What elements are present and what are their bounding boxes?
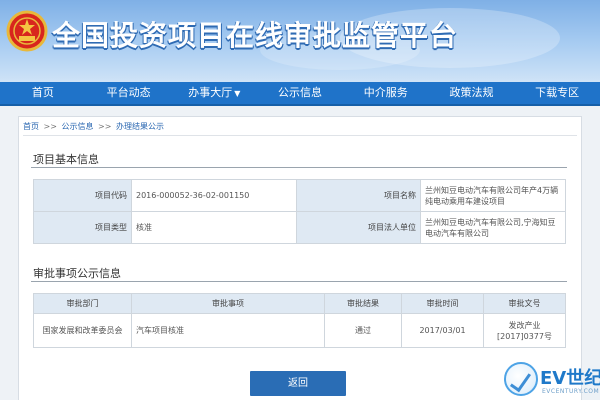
ev-century-logo: EV世纪 EVCENTURY.COM — [504, 360, 600, 400]
nav-item-label: 办事大厅 — [188, 86, 233, 99]
label-project-name: 项目名称 — [296, 179, 421, 212]
column-header: 审批事项 — [131, 293, 325, 314]
basic-info-table: 项目代码 2016-000052-36-02-001150 项目名称 兰州知豆电… — [33, 179, 566, 244]
nav-item-label: 公示信息 — [278, 86, 323, 99]
nav-item-public-info[interactable]: 公示信息 — [257, 82, 343, 104]
nav-item-home[interactable]: 首页 — [0, 82, 86, 104]
table-header-row: 审批部门 审批事项 审批结果 审批时间 审批文号 — [33, 293, 566, 314]
section-title-basic-info: 项目基本信息 — [33, 153, 99, 166]
value-project-type: 核准 — [131, 211, 297, 244]
cell-result: 通过 — [324, 313, 402, 348]
section-divider — [31, 281, 567, 282]
cell-item: 汽车项目核准 — [131, 313, 325, 348]
breadcrumb-link-public-info[interactable]: 公示信息 — [62, 122, 94, 131]
watermark-sub: EVCENTURY.COM — [542, 388, 600, 395]
nav-item-policy[interactable]: 政策法规 — [429, 82, 515, 104]
cell-doc-number: 发改产业[2017]0377号 — [483, 313, 566, 348]
breadcrumb-current[interactable]: 办理结果公示 — [116, 122, 164, 131]
column-header: 审批时间 — [401, 293, 484, 314]
label-project-type: 项目类型 — [33, 211, 132, 244]
breadcrumb-separator: >> — [43, 122, 57, 131]
nav-item-download[interactable]: 下载专区 — [514, 82, 600, 104]
column-header: 审批部门 — [33, 293, 132, 314]
value-project-code: 2016-000052-36-02-001150 — [131, 179, 297, 212]
nav-item-label: 平台动态 — [106, 86, 151, 99]
ev-logo-icon — [504, 362, 538, 396]
nav-item-label: 下载专区 — [535, 86, 580, 99]
nav-item-agency-service[interactable]: 中介服务 — [343, 82, 429, 104]
table-row: 国家发展和改革委员会 汽车项目核准 通过 2017/03/01 发改产业[201… — [33, 313, 566, 348]
section-title-approval-info: 审批事项公示信息 — [33, 267, 121, 280]
return-button[interactable]: 返回 — [250, 371, 346, 396]
value-project-name: 兰州知豆电动汽车有限公司年产4万辆纯电动乘用车建设项目 — [420, 179, 566, 212]
national-emblem-icon — [6, 10, 48, 52]
caret-down-icon: ▼ — [234, 89, 241, 98]
site-banner: 全国投资项目在线审批监管平台 — [0, 0, 600, 82]
main-nav: 首页 平台动态 办事大厅 ▼ 公示信息 中介服务 政策法规 下载专区 — [0, 82, 600, 106]
content-panel: 首页 >> 公示信息 >> 办理结果公示 项目基本信息 项目代码 2016-00… — [18, 116, 582, 400]
nav-item-label: 政策法规 — [449, 86, 494, 99]
nav-item-service-hall[interactable]: 办事大厅 ▼ — [171, 82, 257, 104]
nav-item-label: 中介服务 — [363, 86, 408, 99]
nav-item-label: 首页 — [31, 86, 54, 99]
table-row: 项目代码 2016-000052-36-02-001150 项目名称 兰州知豆电… — [33, 179, 566, 212]
cell-dept: 国家发展和改革委员会 — [33, 313, 132, 348]
label-project-code: 项目代码 — [33, 179, 132, 212]
divider — [23, 135, 577, 136]
cell-date: 2017/03/01 — [401, 313, 484, 348]
watermark-brand: EV世纪 — [540, 368, 600, 389]
section-divider — [31, 167, 567, 168]
column-header: 审批结果 — [324, 293, 402, 314]
label-legal-entity: 项目法人单位 — [296, 211, 421, 244]
breadcrumb-link-home[interactable]: 首页 — [23, 122, 39, 131]
site-title: 全国投资项目在线审批监管平台 — [52, 19, 459, 52]
value-legal-entity: 兰州知豆电动汽车有限公司,宁海知豆电动汽车有限公司 — [420, 211, 566, 244]
table-row: 项目类型 核准 项目法人单位 兰州知豆电动汽车有限公司,宁海知豆电动汽车有限公司 — [33, 211, 566, 244]
column-header: 审批文号 — [483, 293, 566, 314]
breadcrumb: 首页 >> 公示信息 >> 办理结果公示 — [23, 121, 164, 132]
breadcrumb-separator: >> — [98, 122, 112, 131]
approval-table: 审批部门 审批事项 审批结果 审批时间 审批文号 国家发展和改革委员会 汽车项目… — [33, 293, 566, 348]
nav-item-platform-news[interactable]: 平台动态 — [86, 82, 172, 104]
